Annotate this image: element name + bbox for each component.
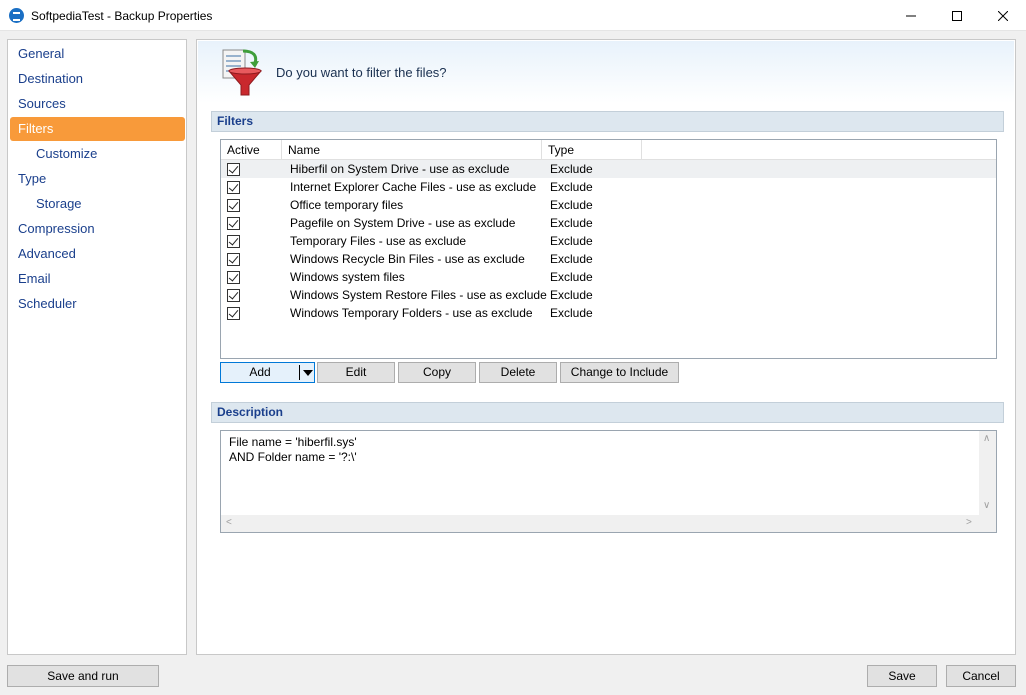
active-checkbox[interactable] <box>227 307 240 320</box>
active-checkbox[interactable] <box>227 253 240 266</box>
nav-item-advanced[interactable]: Advanced <box>10 242 185 266</box>
nav-item-sources[interactable]: Sources <box>10 92 185 116</box>
filter-type: Exclude <box>550 180 593 194</box>
active-checkbox[interactable] <box>227 181 240 194</box>
minimize-icon <box>906 15 916 16</box>
add-button-label: Add <box>249 365 271 379</box>
scrollbar-corner <box>979 515 996 532</box>
filter-name: Pagefile on System Drive - use as exclud… <box>290 216 516 230</box>
list-header: Active Name Type <box>221 140 996 160</box>
title-bar: SoftpediaTest - Backup Properties <box>0 0 1026 31</box>
filter-type: Exclude <box>550 270 593 284</box>
save-and-run-button[interactable]: Save and run <box>7 665 159 687</box>
filter-type: Exclude <box>550 216 593 230</box>
nav-item-email[interactable]: Email <box>10 267 185 291</box>
split-separator <box>299 365 300 380</box>
description-text: File name = 'hiberfil.sys' AND Folder na… <box>229 435 357 465</box>
nav-item-scheduler[interactable]: Scheduler <box>10 292 185 316</box>
minimize-button[interactable] <box>888 0 934 31</box>
table-row[interactable]: Temporary Files - use as exclude Exclude <box>221 232 996 250</box>
filter-type: Exclude <box>550 306 593 320</box>
filter-name: Windows System Restore Files - use as ex… <box>290 288 547 302</box>
table-row[interactable]: Pagefile on System Drive - use as exclud… <box>221 214 996 232</box>
nav-item-type[interactable]: Type <box>10 167 185 191</box>
nav-item-destination[interactable]: Destination <box>10 67 185 91</box>
column-header-active[interactable]: Active <box>221 140 282 160</box>
edit-button[interactable]: Edit <box>317 362 395 383</box>
filter-name: Office temporary files <box>290 198 404 212</box>
filter-name: Hiberfil on System Drive - use as exclud… <box>290 162 510 176</box>
vertical-scrollbar[interactable]: ∧ ∨ <box>979 431 996 515</box>
save-button[interactable]: Save <box>867 665 937 687</box>
table-row[interactable]: Windows System Restore Files - use as ex… <box>221 286 996 304</box>
filter-type: Exclude <box>550 198 593 212</box>
filter-type: Exclude <box>550 252 593 266</box>
description-line: AND Folder name = '?:\' <box>229 450 357 464</box>
filter-name: Windows Temporary Folders - use as exclu… <box>290 306 533 320</box>
filters-panel: Do you want to filter the files? Filters… <box>196 39 1016 655</box>
filter-name: Temporary Files - use as exclude <box>290 234 467 248</box>
page-header: Do you want to filter the files? <box>198 41 1014 103</box>
close-button[interactable] <box>980 0 1026 31</box>
delete-button[interactable]: Delete <box>479 362 557 383</box>
table-row[interactable]: Windows Recycle Bin Files - use as exclu… <box>221 250 996 268</box>
table-row[interactable]: Internet Explorer Cache Files - use as e… <box>221 178 996 196</box>
change-to-include-button[interactable]: Change to Include <box>560 362 679 383</box>
column-header-type[interactable]: Type <box>542 140 642 160</box>
scroll-left-icon[interactable]: < <box>226 518 232 528</box>
nav-item-general[interactable]: General <box>10 42 185 66</box>
nav-item-customize[interactable]: Customize <box>10 142 185 166</box>
filter-type: Exclude <box>550 288 593 302</box>
horizontal-scrollbar[interactable]: < > <box>221 515 979 532</box>
active-checkbox[interactable] <box>227 289 240 302</box>
table-row[interactable]: Windows Temporary Folders - use as exclu… <box>221 304 996 322</box>
copy-button[interactable]: Copy <box>398 362 476 383</box>
description-section-header: Description <box>211 402 1004 423</box>
nav-item-compression[interactable]: Compression <box>10 217 185 241</box>
scroll-down-icon[interactable]: ∨ <box>983 501 990 511</box>
table-row[interactable]: Office temporary files Exclude <box>221 196 996 214</box>
scroll-right-icon[interactable]: > <box>966 518 972 528</box>
filter-type: Exclude <box>550 234 593 248</box>
filters-section-header: Filters <box>211 111 1004 132</box>
column-header-name[interactable]: Name <box>282 140 542 160</box>
filter-funnel-icon <box>222 49 263 96</box>
description-line: File name = 'hiberfil.sys' <box>229 435 357 449</box>
close-icon <box>998 10 1008 21</box>
nav-item-filters[interactable]: Filters <box>10 117 185 141</box>
cancel-button[interactable]: Cancel <box>946 665 1016 687</box>
filter-name: Windows Recycle Bin Files - use as exclu… <box>290 252 525 266</box>
active-checkbox[interactable] <box>227 217 240 230</box>
active-checkbox[interactable] <box>227 199 240 212</box>
dropdown-arrow-icon[interactable] <box>303 370 313 376</box>
filter-name: Internet Explorer Cache Files - use as e… <box>290 180 537 194</box>
active-checkbox[interactable] <box>227 163 240 176</box>
app-logo-icon <box>9 8 24 23</box>
filters-list[interactable]: Active Name Type Hiberfil on System Driv… <box>220 139 997 359</box>
maximize-button[interactable] <box>934 0 980 31</box>
table-row[interactable]: Windows system files Exclude <box>221 268 996 286</box>
window-title: SoftpediaTest - Backup Properties <box>31 9 213 23</box>
table-row[interactable]: Hiberfil on System Drive - use as exclud… <box>221 160 996 178</box>
nav-item-storage[interactable]: Storage <box>10 192 185 216</box>
filter-type: Exclude <box>550 162 593 176</box>
active-checkbox[interactable] <box>227 271 240 284</box>
description-box[interactable]: File name = 'hiberfil.sys' AND Folder na… <box>220 430 997 533</box>
settings-nav: General Destination Sources Filters Cust… <box>7 39 187 655</box>
maximize-icon <box>952 10 962 21</box>
scroll-up-icon[interactable]: ∧ <box>983 434 990 444</box>
active-checkbox[interactable] <box>227 235 240 248</box>
filter-name: Windows system files <box>290 270 405 284</box>
add-button[interactable]: Add <box>220 362 315 383</box>
page-question: Do you want to filter the files? <box>276 65 447 80</box>
